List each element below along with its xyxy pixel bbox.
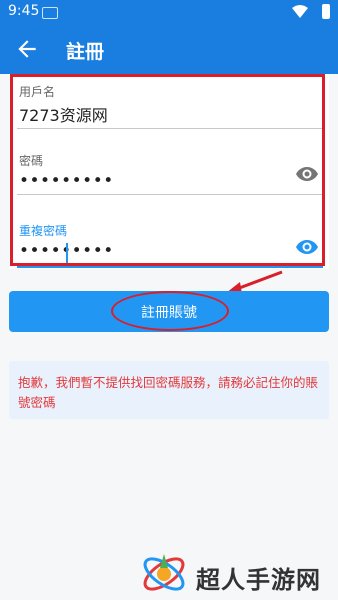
text-cursor — [66, 243, 68, 263]
username-label: 用戶名 — [19, 85, 56, 99]
watermark-logo-icon — [143, 554, 185, 591]
password-notice: 抱歉，我們暫不提供找回密碼服務，請務必記住你的賬號密碼 — [9, 361, 329, 419]
notice-text: 抱歉，我們暫不提供找回密碼服務，請務必記住你的賬號密碼 — [18, 375, 319, 410]
status-bar: 9:45 — [0, 0, 338, 24]
register-form: 用戶名 7273资源网 密碼 ••••••••• 重複密碼 ••••••••• — [9, 74, 329, 269]
battery-icon — [322, 4, 330, 19]
watermark-text: 超人手游网 — [196, 566, 321, 594]
wifi-icon — [292, 5, 308, 18]
password-field[interactable]: 密碼 ••••••••• — [9, 136, 329, 202]
register-account-button[interactable]: 註冊賬號 — [9, 291, 329, 332]
status-time: 9:45 — [8, 3, 40, 19]
confirm-password-field[interactable]: 重複密碼 ••••••••• — [9, 202, 329, 268]
back-arrow-icon[interactable] — [14, 36, 40, 62]
eye-icon[interactable] — [295, 162, 319, 186]
username-input[interactable]: 7273资源网 — [19, 102, 108, 126]
eye-icon[interactable] — [295, 235, 319, 259]
username-field[interactable]: 用戶名 7273资源网 — [9, 74, 329, 132]
register-button-label: 註冊賬號 — [141, 305, 197, 321]
watermark: 超人手游网 — [134, 548, 334, 600]
password-input[interactable]: ••••••••• — [19, 171, 114, 191]
password-label: 密碼 — [19, 154, 44, 168]
confirm-password-label: 重複密碼 — [19, 224, 68, 238]
page-title: 註冊 — [66, 41, 105, 63]
app-bar: 註冊 — [0, 24, 338, 74]
keyboard-icon — [42, 7, 58, 19]
